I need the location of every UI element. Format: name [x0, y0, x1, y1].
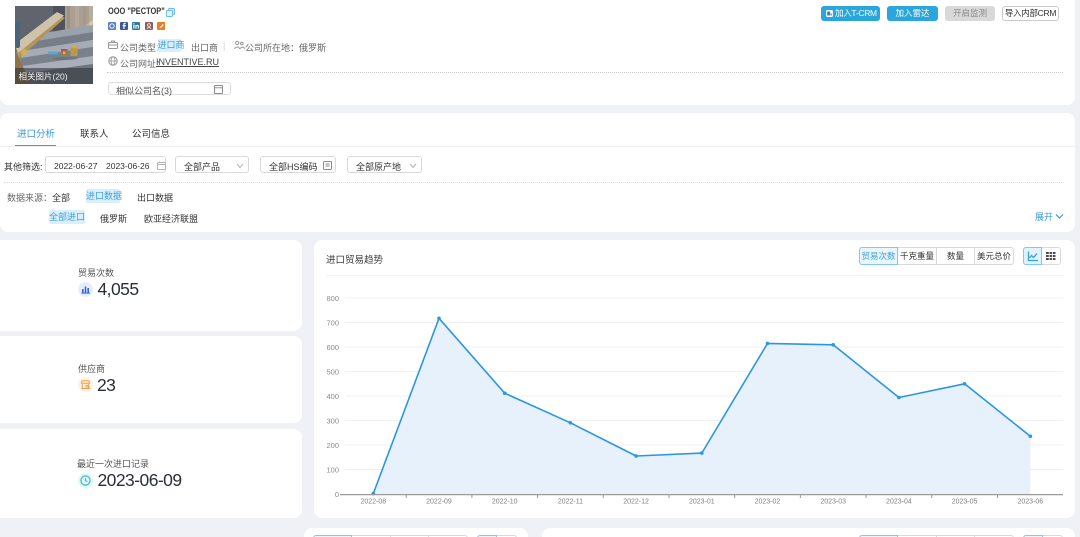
svg-text:相关图片(20): 相关图片(20) [19, 72, 68, 82]
svg-text:2022-09: 2022-09 [426, 499, 452, 506]
svg-text:600: 600 [326, 343, 339, 352]
svg-text:800: 800 [326, 294, 339, 303]
svg-text:2023-06: 2023-06 [1017, 499, 1043, 506]
svg-text:400: 400 [326, 392, 339, 401]
svg-text:0: 0 [335, 490, 339, 499]
svg-text:2023-02: 2023-02 [755, 499, 781, 506]
svg-text:2023-05: 2023-05 [952, 499, 978, 506]
svg-text:300: 300 [326, 417, 339, 426]
svg-text:2023-03: 2023-03 [820, 499, 846, 506]
svg-text:2023-04: 2023-04 [886, 499, 912, 506]
svg-text:700: 700 [326, 319, 339, 328]
svg-text:2022-10: 2022-10 [492, 499, 518, 506]
svg-text:2022-11: 2022-11 [558, 499, 583, 506]
svg-text:200: 200 [326, 441, 339, 450]
svg-text:2022-12: 2022-12 [623, 499, 649, 506]
svg-text:2022-08: 2022-08 [360, 499, 386, 506]
svg-text:100: 100 [326, 466, 339, 475]
svg-text:2023-01: 2023-01 [689, 499, 715, 506]
svg-text:500: 500 [326, 368, 339, 377]
